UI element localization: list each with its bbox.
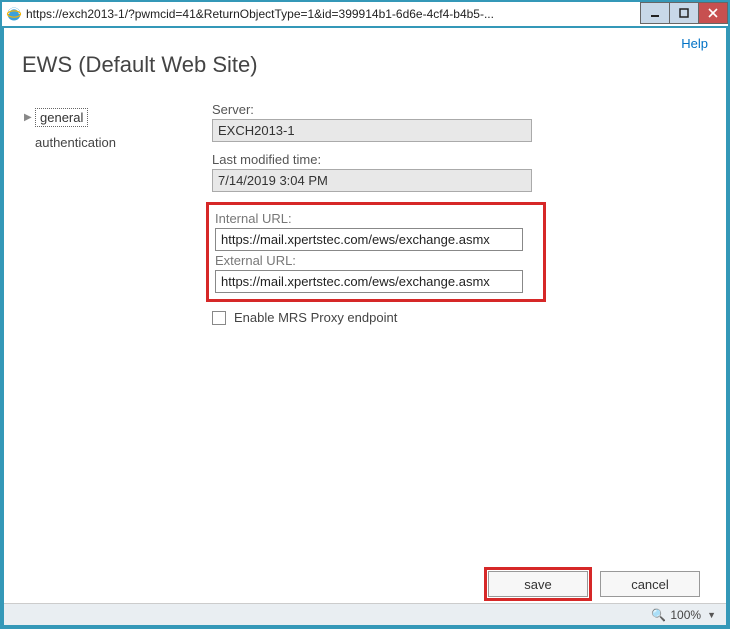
mrs-checkbox[interactable] [212, 311, 226, 325]
titlebar: https://exch2013-1/?pwmcid=41&ReturnObje… [2, 2, 728, 26]
modified-value: 7/14/2019 3:04 PM [212, 169, 532, 192]
zoom-value: 100% [670, 608, 701, 622]
maximize-button[interactable] [669, 2, 699, 24]
external-url-input[interactable] [215, 270, 523, 293]
footer-buttons: save cancel [20, 563, 710, 603]
cancel-button[interactable]: cancel [600, 571, 700, 597]
server-value: EXCH2013-1 [212, 119, 532, 142]
minimize-button[interactable] [640, 2, 670, 24]
zoom-dropdown-icon[interactable]: ▼ [707, 610, 716, 620]
modified-label: Last modified time: [212, 152, 710, 167]
window-url: https://exch2013-1/?pwmcid=41&ReturnObje… [26, 7, 641, 21]
page-title: EWS (Default Web Site) [22, 52, 710, 78]
content-area: Help EWS (Default Web Site) ▶ general au… [4, 28, 726, 625]
nav-label: general [35, 108, 88, 127]
status-bar: 🔍 100% ▼ [4, 603, 726, 625]
chevron-right-icon: ▶ [24, 112, 32, 123]
url-highlight-box: Internal URL: External URL: [206, 202, 546, 302]
form-panel: Server: EXCH2013-1 Last modified time: 7… [200, 102, 710, 325]
app-window: https://exch2013-1/?pwmcid=41&ReturnObje… [0, 0, 730, 629]
zoom-icon[interactable]: 🔍 [651, 608, 666, 622]
nav-item-authentication[interactable]: authentication [20, 131, 200, 154]
internal-url-input[interactable] [215, 228, 523, 251]
ie-icon [6, 6, 22, 22]
close-button[interactable] [698, 2, 728, 24]
save-button[interactable]: save [488, 571, 588, 597]
side-nav: ▶ general authentication [20, 102, 200, 154]
nav-label: authentication [35, 135, 116, 150]
mrs-label: Enable MRS Proxy endpoint [234, 310, 397, 325]
internal-url-label: Internal URL: [215, 211, 537, 226]
server-label: Server: [212, 102, 710, 117]
external-url-label: External URL: [215, 253, 537, 268]
nav-item-general[interactable]: ▶ general [20, 104, 200, 131]
help-link[interactable]: Help [681, 36, 708, 51]
